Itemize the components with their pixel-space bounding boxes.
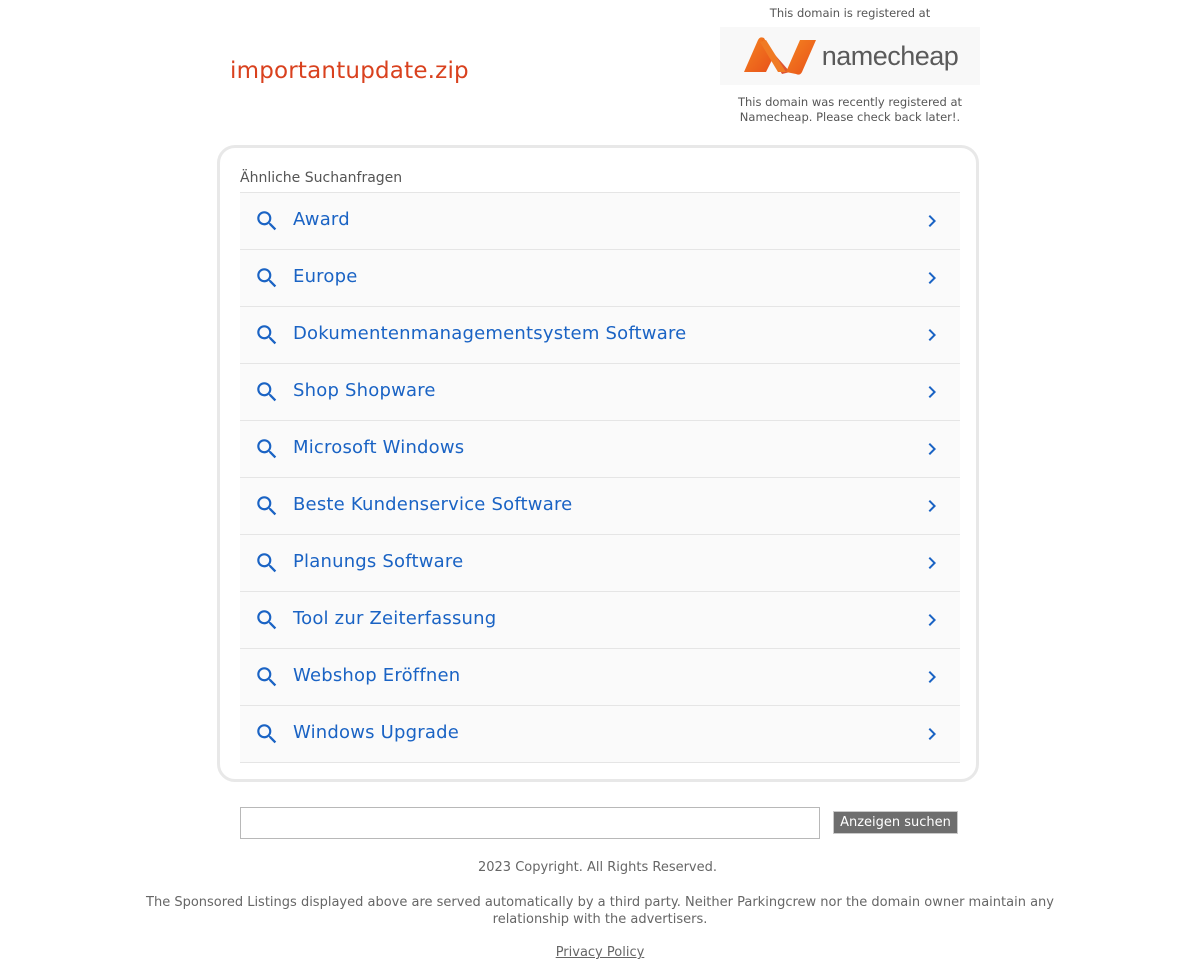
related-searches-list: Award Europe Dokumentenmanagementsystem So… [240,192,960,763]
related-search-item[interactable]: Windows Upgrade [240,706,960,763]
search-icon [254,664,280,694]
chevron-right-icon [920,437,944,465]
related-search-item[interactable]: Beste Kundenservice Software [240,478,960,535]
related-searches-panel: Ähnliche Suchanfragen Award Europe Dokumen… [217,145,979,782]
registrar-top-note: This domain is registered at [769,6,931,20]
chevron-right-icon [920,551,944,579]
related-search-item[interactable]: Microsoft Windows [240,421,960,478]
chevron-right-icon [920,665,944,693]
search-icon [254,607,280,637]
related-search-label: Tool zur Zeiterfassung [293,608,497,629]
related-search-label: Webshop Eröffnen [293,665,461,686]
related-searches-heading: Ähnliche Suchanfragen [240,170,403,186]
footer-copyright: 2023 Copyright. All Rights Reserved. [477,860,718,875]
registrar-note-line2: Namecheap. Please check back later!. [739,110,961,124]
related-search-label: Beste Kundenservice Software [293,494,573,515]
related-search-label: Planungs Software [293,551,464,572]
chevron-right-icon [920,209,944,237]
search-icon [254,550,280,580]
related-search-label: Dokumentenmanagementsystem Software [293,323,687,344]
ad-search-button[interactable]: Anzeigen suchen [833,811,958,834]
search-icon [254,493,280,523]
related-search-label: Award [293,209,350,230]
ad-search-form: Anzeigen suchen [240,807,960,839]
registrar-note-line1: This domain was recently registered at [737,95,963,109]
search-icon [254,436,280,466]
chevron-right-icon [920,722,944,750]
related-search-item[interactable]: Award [240,193,960,250]
related-search-label: Shop Shopware [293,380,436,401]
search-icon [254,208,280,238]
chevron-right-icon [920,608,944,636]
related-search-item[interactable]: Planungs Software [240,535,960,592]
namecheap-logo-icon [743,37,816,75]
related-search-item[interactable]: Tool zur Zeiterfassung [240,592,960,649]
related-search-label: Microsoft Windows [293,437,465,458]
search-icon [254,721,280,751]
related-search-label: Windows Upgrade [293,722,460,743]
search-icon [254,322,280,352]
domain-title: importantupdate.zip [230,58,469,84]
chevron-right-icon [920,494,944,522]
related-search-item[interactable]: Europe [240,250,960,307]
registrar-box: This domain is registered at namecheap T… [720,6,980,125]
related-search-label: Europe [293,266,358,287]
footer-disclaimer: The Sponsored Listings displayed above a… [146,895,1054,927]
chevron-right-icon [920,323,944,351]
related-search-item[interactable]: Shop Shopware [240,364,960,421]
related-search-item[interactable]: Dokumentenmanagementsystem Software [240,307,960,364]
search-icon [254,379,280,409]
chevron-right-icon [920,380,944,408]
ad-search-input[interactable] [240,807,820,839]
namecheap-logo-text: namecheap [821,40,959,71]
namecheap-logo[interactable]: namecheap [720,27,980,85]
chevron-right-icon [920,266,944,294]
search-icon [254,265,280,295]
footer-privacy: Privacy Policy [0,945,1200,960]
privacy-policy-link[interactable]: Privacy Policy [556,945,645,960]
related-search-item[interactable]: Webshop Eröffnen [240,649,960,706]
